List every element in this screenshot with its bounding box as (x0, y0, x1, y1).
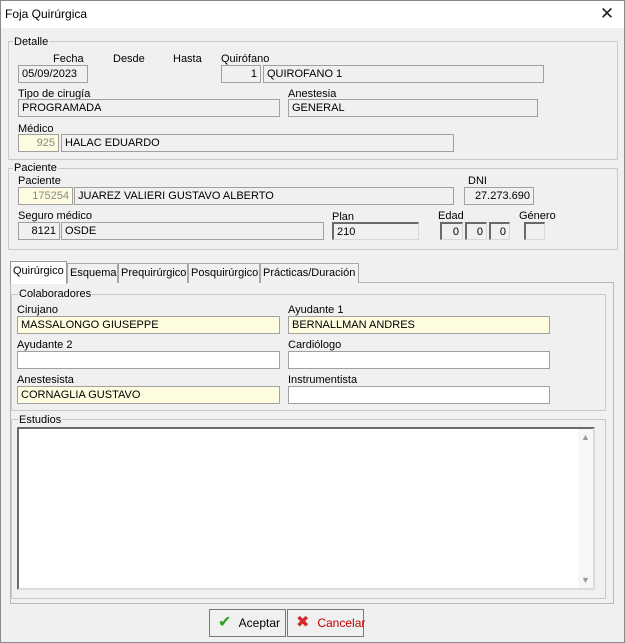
scroll-down-icon[interactable]: ▼ (578, 573, 593, 587)
ayudante2-field[interactable] (17, 351, 280, 369)
ayudante1-field[interactable]: BERNALLMAN ANDRES (288, 316, 550, 334)
cirujano-label: Cirujano (17, 304, 58, 316)
tab-posquirurgico[interactable]: Posquirúrgico (188, 263, 260, 283)
aceptar-label: Aceptar (238, 616, 281, 630)
paciente-id-field[interactable]: 175254 (18, 187, 73, 205)
fecha-label: Fecha (53, 53, 84, 65)
dni-field[interactable]: 27.273.690 (464, 187, 534, 205)
genero-label: Género (519, 210, 556, 222)
paciente-group-label: Paciente (13, 162, 58, 174)
instrumentista-label: Instrumentista (288, 374, 358, 386)
ayudante2-label: Ayudante 2 (17, 339, 73, 351)
anestesista-field[interactable]: CORNAGLIA GUSTAVO (17, 386, 280, 404)
hasta-label: Hasta (173, 53, 202, 65)
title-bar: Foja Quirúrgica ✕ (1, 1, 624, 28)
quirofano-number-field[interactable]: 1 (221, 65, 261, 83)
quirofano-label: Quirófano (221, 53, 270, 65)
cancelar-button[interactable]: ✖ Cancelar (287, 609, 366, 637)
detalle-group-label: Detalle (13, 36, 50, 48)
anestesia-field[interactable]: GENERAL (288, 99, 538, 117)
cardiologo-label: Cardiólogo (288, 339, 342, 351)
edad-days-field[interactable]: 0 (489, 222, 510, 240)
window-title: Foja Quirúrgica (5, 7, 88, 21)
edad-label: Edad (438, 210, 464, 222)
fecha-field[interactable]: 05/09/2023 (18, 65, 88, 83)
close-icon[interactable]: ✕ (596, 4, 618, 24)
cirujano-field[interactable]: MASSALONGO GIUSEPPE (17, 316, 280, 334)
scroll-up-icon[interactable]: ▲ (578, 430, 593, 444)
genero-field[interactable] (524, 222, 545, 240)
ayudante1-label: Ayudante 1 (288, 304, 344, 316)
tab-quirurgico[interactable]: Quirúrgico (10, 261, 67, 284)
edad-years-field[interactable]: 0 (440, 222, 463, 240)
cardiologo-field[interactable] (288, 351, 550, 369)
cancelar-label: Cancelar (317, 616, 366, 630)
estudios-textarea[interactable]: ▲ ▼ (17, 427, 595, 590)
tab-practicas-duracion[interactable]: Prácticas/Duración (260, 263, 359, 283)
quirofano-name-field[interactable]: QUIROFANO 1 (263, 65, 544, 83)
tab-esquema[interactable]: Esquema (67, 263, 118, 283)
tab-prequirurgico[interactable]: Prequirúrgico (118, 263, 188, 283)
tipo-cirugia-field[interactable]: PROGRAMADA (18, 99, 280, 117)
medico-name-field[interactable]: HALAC EDUARDO (61, 134, 454, 152)
dni-label: DNI (468, 175, 487, 187)
dialog-window: Foja Quirúrgica ✕ Detalle Fecha Desde Ha… (0, 0, 625, 643)
medico-id-field[interactable]: 925 (18, 134, 59, 152)
colaboradores-group-label: Colaboradores (18, 288, 93, 300)
seguro-id-field[interactable]: 8121 (18, 222, 60, 240)
seguro-label: Seguro médico (18, 210, 92, 222)
check-icon: ✔ (218, 614, 232, 631)
paciente-name-field[interactable]: JUAREZ VALIERI GUSTAVO ALBERTO (74, 187, 454, 205)
seguro-name-field[interactable]: OSDE (61, 222, 324, 240)
estudios-scrollbar[interactable]: ▲ ▼ (578, 429, 593, 588)
paciente-label: Paciente (18, 175, 61, 187)
plan-field[interactable]: 210 (332, 222, 419, 240)
instrumentista-field[interactable] (288, 386, 550, 404)
x-icon: ✖ (296, 614, 310, 631)
desde-label: Desde (113, 53, 145, 65)
edad-months-field[interactable]: 0 (465, 222, 487, 240)
anestesista-label: Anestesista (17, 374, 74, 386)
aceptar-button[interactable]: ✔ Aceptar (209, 609, 286, 637)
estudios-group-label: Estudios (18, 414, 63, 426)
